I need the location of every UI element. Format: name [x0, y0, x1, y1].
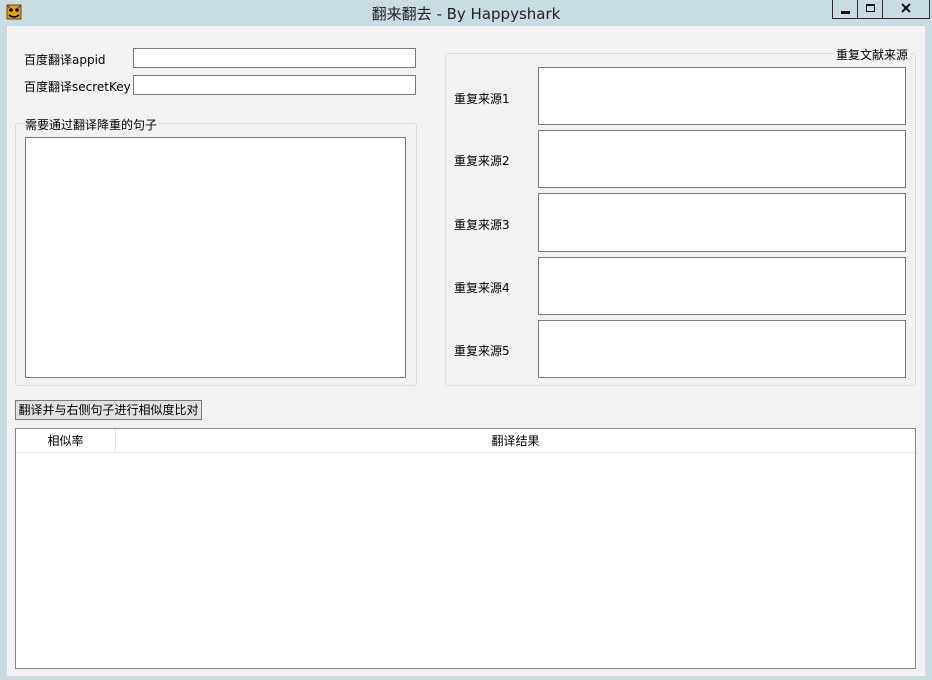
close-button[interactable]: [882, 0, 930, 19]
appid-label: 百度翻译appid: [24, 53, 106, 67]
maximize-button[interactable]: [857, 0, 883, 19]
source-sentence-group-title: 需要通过翻译降重的句子: [23, 116, 160, 133]
source-sentence-textarea[interactable]: [25, 137, 406, 378]
duplicate-source-1-textarea[interactable]: [538, 67, 906, 125]
column-header-translation-result[interactable]: 翻译结果: [116, 429, 915, 453]
app-window: 翻来翻去 - By Happyshark 百度翻译appid 百度翻译secre…: [0, 0, 932, 680]
column-header-similarity[interactable]: 相似率: [16, 429, 116, 453]
window-controls: [832, 0, 930, 19]
duplicate-source-2-textarea[interactable]: [538, 130, 906, 188]
title-bar[interactable]: 翻来翻去 - By Happyshark: [0, 0, 932, 26]
duplicate-source-5-textarea[interactable]: [538, 320, 906, 378]
duplicate-source-4-label: 重复来源4: [454, 281, 510, 295]
translate-compare-button[interactable]: 翻译并与右侧句子进行相似度比对: [15, 400, 202, 420]
duplicate-source-2-label: 重复来源2: [454, 154, 510, 168]
duplicate-sources-group-title: 重复文献来源: [834, 46, 911, 63]
duplicate-source-3-textarea[interactable]: [538, 193, 906, 252]
duplicate-source-5-label: 重复来源5: [454, 344, 510, 358]
secret-key-input[interactable]: [133, 75, 416, 95]
window-title: 翻来翻去 - By Happyshark: [371, 5, 561, 23]
duplicate-source-4-textarea[interactable]: [538, 257, 906, 315]
minimize-button[interactable]: [832, 0, 858, 19]
minimize-icon: [841, 11, 850, 14]
client-area: 百度翻译appid 百度翻译secretKey 需要通过翻译降重的句子 重复文献…: [7, 26, 925, 676]
results-grid[interactable]: 相似率 翻译结果: [15, 428, 916, 669]
duplicate-source-3-label: 重复来源3: [454, 218, 510, 232]
maximize-icon: [866, 4, 875, 12]
secret-key-label: 百度翻译secretKey: [24, 80, 131, 94]
duplicate-source-1-label: 重复来源1: [454, 92, 510, 106]
appid-input[interactable]: [133, 48, 416, 68]
close-icon: [883, 0, 929, 18]
results-grid-header: 相似率 翻译结果: [16, 429, 915, 453]
